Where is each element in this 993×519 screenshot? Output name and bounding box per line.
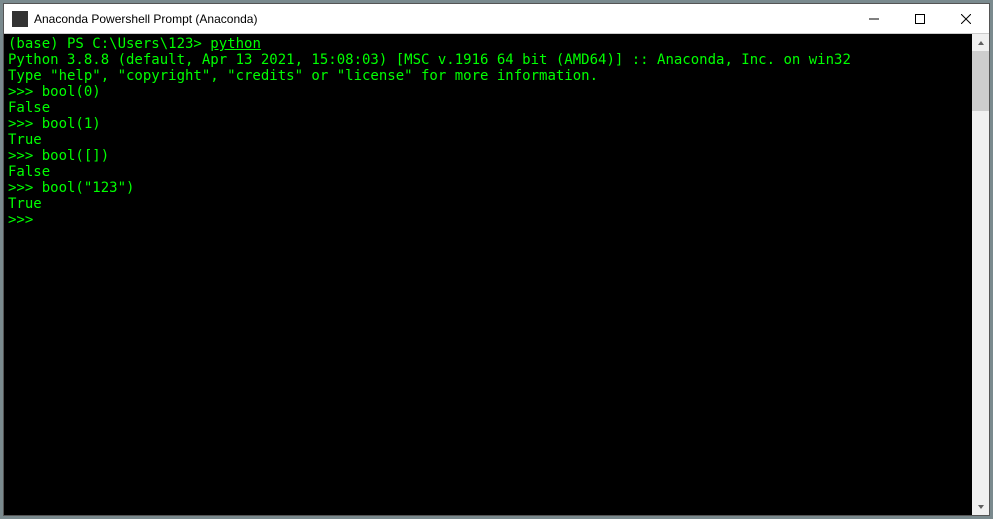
scroll-thumb[interactable] — [972, 51, 989, 111]
scroll-up-button[interactable] — [972, 34, 989, 51]
terminal-line: Type "help", "copyright", "credits" or "… — [8, 68, 968, 84]
terminal-body-wrap: (base) PS C:\Users\123> pythonPython 3.8… — [4, 34, 989, 515]
terminal-line: >>> bool("123") — [8, 180, 968, 196]
terminal-line: True — [8, 132, 968, 148]
chevron-up-icon — [977, 40, 985, 46]
vertical-scrollbar[interactable] — [972, 34, 989, 515]
minimize-icon — [869, 14, 879, 24]
terminal-line: True — [8, 196, 968, 212]
scroll-track[interactable] — [972, 51, 989, 498]
maximize-icon — [915, 14, 925, 24]
terminal-line: >>> bool([]) — [8, 148, 968, 164]
titlebar[interactable]: Anaconda Powershell Prompt (Anaconda) — [4, 4, 989, 34]
terminal-line: >>> bool(1) — [8, 116, 968, 132]
app-icon — [12, 11, 28, 27]
chevron-down-icon — [977, 504, 985, 510]
close-icon — [961, 14, 971, 24]
terminal-line: Python 3.8.8 (default, Apr 13 2021, 15:0… — [8, 52, 968, 68]
terminal-body[interactable]: (base) PS C:\Users\123> pythonPython 3.8… — [4, 34, 972, 515]
terminal-line: False — [8, 164, 968, 180]
window-title: Anaconda Powershell Prompt (Anaconda) — [34, 12, 851, 26]
terminal-line: >>> bool(0) — [8, 84, 968, 100]
minimize-button[interactable] — [851, 4, 897, 33]
terminal-window: Anaconda Powershell Prompt (Anaconda) (b… — [3, 3, 990, 516]
close-button[interactable] — [943, 4, 989, 33]
scroll-down-button[interactable] — [972, 498, 989, 515]
maximize-button[interactable] — [897, 4, 943, 33]
window-controls — [851, 4, 989, 33]
terminal-line: (base) PS C:\Users\123> python — [8, 36, 968, 52]
terminal-line: >>> — [8, 212, 968, 228]
terminal-line: False — [8, 100, 968, 116]
